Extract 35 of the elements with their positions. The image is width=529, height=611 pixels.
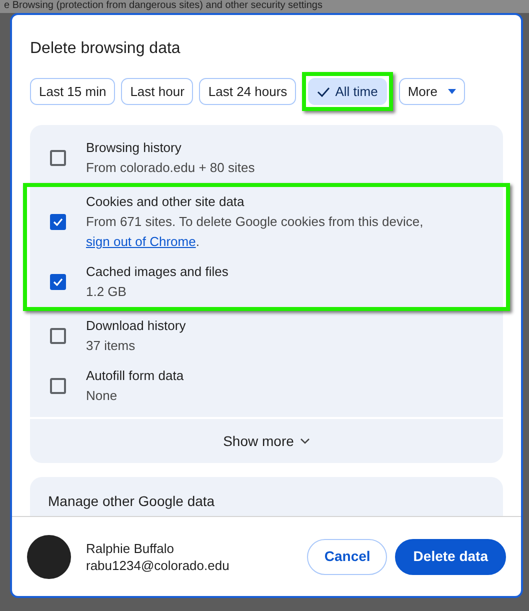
cancel-button[interactable]: Cancel (307, 538, 388, 574)
checkbox[interactable] (50, 274, 66, 290)
item-title: Cached images and files (86, 263, 228, 281)
avatar (27, 534, 71, 578)
time-range-chip[interactable]: Last 24 hours (199, 78, 296, 105)
item-detail: From colorado.edu + 80 sites (86, 159, 255, 177)
checkmark-icon (53, 278, 63, 286)
sign-out-link[interactable]: sign out of Chrome (86, 234, 196, 249)
check-icon (317, 86, 330, 96)
item-title: Cookies and other site data (86, 193, 246, 211)
more-dropdown[interactable]: More (398, 78, 466, 105)
show-more-button[interactable]: Show more (30, 419, 503, 463)
item-title: Autofill form data (86, 367, 184, 385)
manage-title: Manage other Google data (48, 492, 216, 511)
time-range-chip[interactable]: Last 15 min (30, 78, 116, 105)
item-title: Browsing history (86, 139, 182, 157)
item-title: Download history (86, 317, 186, 335)
time-range-chip[interactable]: All time (308, 78, 387, 105)
delete-data-button[interactable]: Delete data (395, 538, 506, 574)
account-email: rabu1234@colorado.edu (86, 556, 230, 574)
checkbox[interactable] (50, 378, 66, 394)
chevron-down-icon (300, 438, 310, 444)
checkbox[interactable] (50, 328, 66, 344)
checkmark-icon (53, 218, 63, 226)
account-name: Ralphie Buffalo (86, 540, 175, 556)
item-detail: 1.2 GB (86, 283, 128, 301)
checkbox[interactable] (50, 150, 66, 166)
dialog-title: Delete browsing data (30, 39, 182, 59)
item-detail: From 671 sites. To delete Google cookies from this device, sign out of Chrome. (86, 213, 424, 251)
dropdown-caret-icon (448, 89, 456, 94)
background-text: e Browsing (protection from dangerous sites) and other security settings (4, 0, 322, 12)
item-detail: 37 items (86, 337, 136, 355)
item-detail: None (86, 387, 118, 405)
checkbox[interactable] (50, 214, 66, 230)
time-range-chip[interactable]: Last hour (121, 78, 194, 105)
